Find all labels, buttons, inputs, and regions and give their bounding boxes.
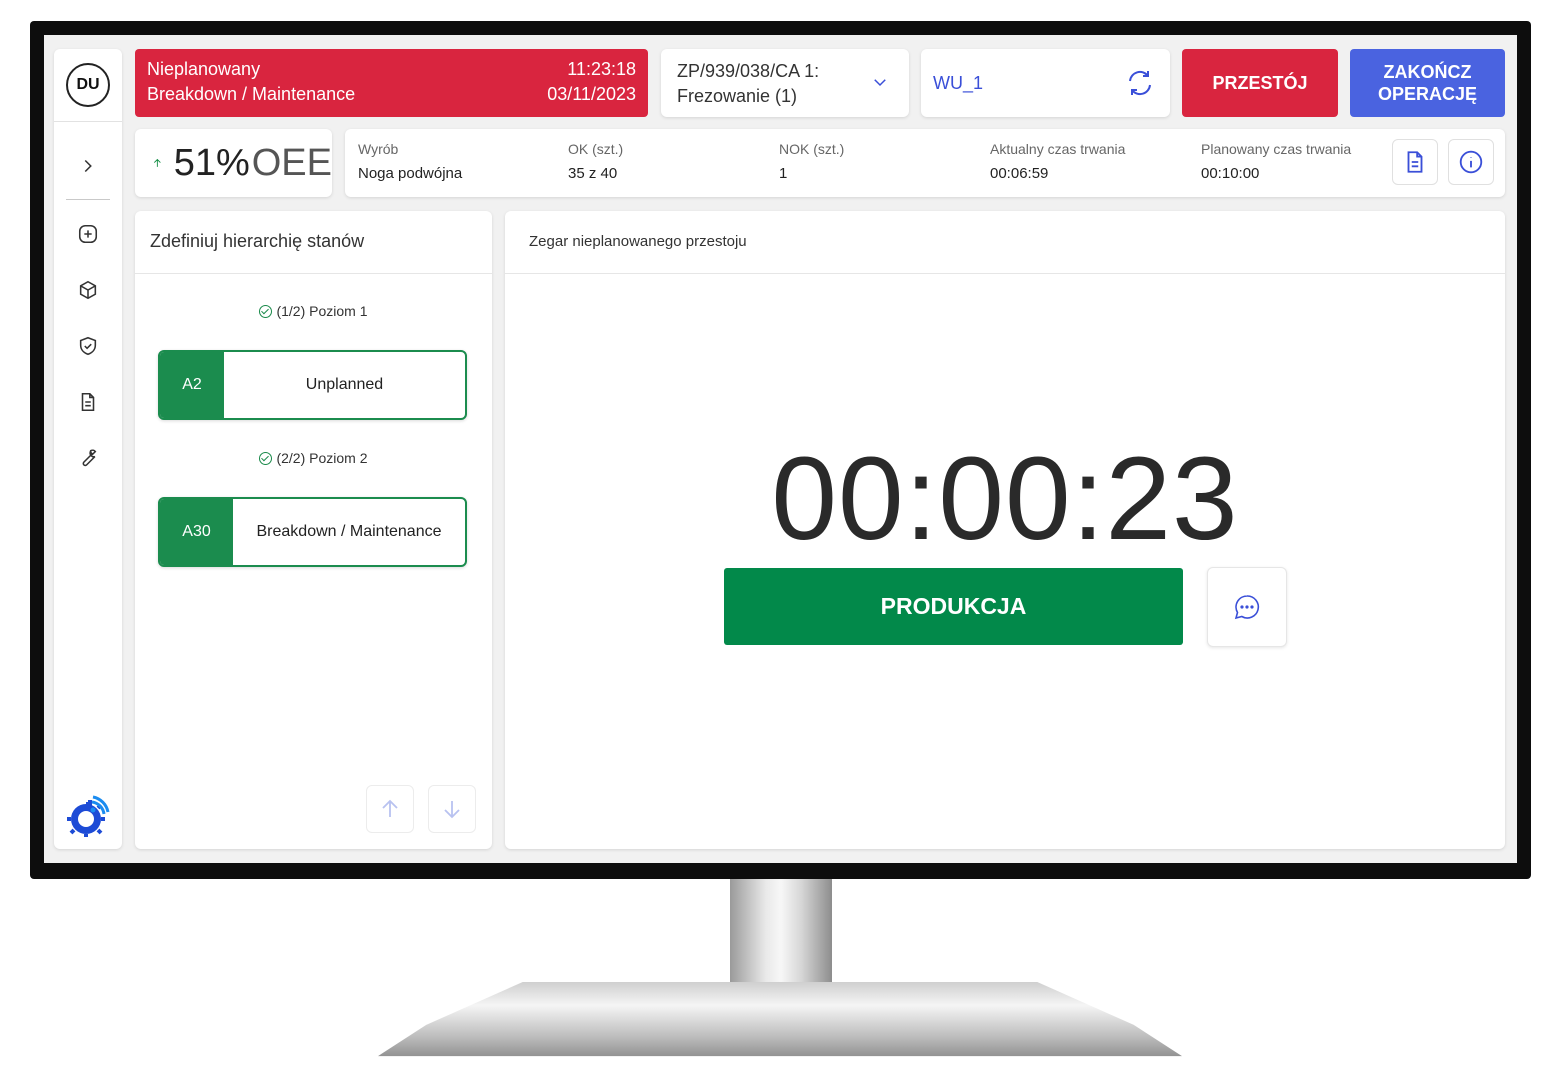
state-name: Unplanned [305, 376, 384, 393]
downtime-button[interactable]: PRZESTÓJ [1182, 49, 1338, 117]
ok-info: OK (szt.) 35 z 40 [568, 141, 623, 182]
wrench-icon[interactable] [76, 446, 100, 470]
document-button[interactable] [1392, 139, 1438, 185]
document-icon [1407, 151, 1423, 173]
state-option-level-1[interactable]: A2 Unplanned [158, 350, 467, 420]
comment-button[interactable] [1207, 567, 1287, 647]
actual-duration-label: Aktualny czas trwania [990, 141, 1126, 157]
app-logo-icon [66, 794, 110, 838]
panel-title: Zdefiniuj hierarchię stanów [135, 211, 492, 274]
status-reason: Breakdown / Maintenance [147, 84, 356, 104]
oee-label: OEE [251, 141, 332, 184]
info-icon [1459, 150, 1483, 174]
order-select[interactable]: ZP/939/038/CA 1: Frezowanie (1) [661, 49, 909, 117]
actual-duration-info: Aktualny czas trwania 00:06:59 [990, 141, 1125, 182]
check-circle-icon [259, 305, 273, 318]
add-circle-icon[interactable] [76, 222, 100, 246]
status-time: 11:23:18 [567, 59, 636, 79]
document-icon[interactable] [76, 390, 100, 414]
ok-value: 35 z 40 [568, 165, 618, 182]
user-avatar[interactable]: DU [66, 63, 110, 107]
nok-label: NOK (szt.) [779, 141, 845, 157]
chevron-down-icon [874, 79, 886, 87]
workunit-card: WU_1 [921, 49, 1170, 117]
check-circle-icon [259, 452, 273, 465]
status-date: 03/11/2023 [547, 84, 636, 104]
arrow-down-icon [444, 801, 460, 819]
nok-value: 1 [779, 165, 788, 182]
refresh-icon[interactable] [1124, 67, 1156, 99]
monitor-frame: DU Nieplanowany Breakdown / Maintenance … [30, 21, 1531, 879]
order-operation: Frezowanie (1) [677, 86, 798, 106]
monitor-stand-base [378, 982, 1182, 1057]
status-card: Nieplanowany Breakdown / Maintenance 11:… [135, 49, 648, 117]
level-label-text: (2/2) Poziom 2 [276, 450, 368, 466]
product-value: Noga podwójna [358, 165, 463, 182]
downtime-clock-panel: Zegar nieplanowanego przestoju 00:00:23 … [505, 211, 1505, 849]
level-1-label: (1/2) Poziom 1 [135, 303, 492, 319]
actual-duration-value: 00:06:59 [990, 165, 1049, 182]
planned-duration-info: Planowany czas trwania 00:10:00 [1201, 141, 1351, 182]
ok-label: OK (szt.) [568, 141, 624, 157]
level-2-label: (2/2) Poziom 2 [135, 450, 492, 466]
state-code: A30 [160, 499, 233, 565]
oee-card: 51% OEE [135, 129, 332, 197]
state-name: Breakdown / Maintenance [256, 523, 442, 540]
planned-duration-label: Planowany czas trwania [1201, 141, 1352, 157]
level-label-text: (1/2) Poziom 1 [276, 303, 368, 319]
chat-bubble-icon [1234, 595, 1260, 620]
box-icon[interactable] [76, 278, 100, 302]
state-code: A2 [160, 352, 224, 418]
trend-up-icon [153, 158, 161, 167]
finish-operation-button[interactable]: ZAKOŃCZ OPERACJĘ [1350, 49, 1505, 117]
product-info: Wyrób Noga podwójna [358, 141, 462, 182]
downtime-timer: 00:00:23 [771, 433, 1239, 565]
order-number: ZP/939/038/CA 1: [677, 61, 820, 81]
divider [66, 199, 110, 200]
status-type: Nieplanowany [147, 59, 261, 79]
production-button[interactable]: PRODUKCJA [724, 568, 1183, 645]
oee-value: 51% [173, 141, 250, 184]
info-button[interactable] [1448, 139, 1494, 185]
expand-sidebar-icon[interactable] [76, 154, 100, 178]
nok-info: NOK (szt.) 1 [779, 141, 844, 182]
sidebar: DU [54, 49, 122, 849]
product-label: Wyrób [358, 141, 399, 157]
app-screen: DU Nieplanowany Breakdown / Maintenance … [44, 35, 1517, 863]
planned-duration-value: 00:10:00 [1201, 165, 1260, 182]
move-up-button[interactable] [366, 785, 414, 833]
panel-title: Zegar nieplanowanego przestoju [505, 211, 1505, 274]
state-hierarchy-panel: Zdefiniuj hierarchię stanów (1/2) Poziom… [135, 211, 492, 849]
state-option-level-2[interactable]: A30 Breakdown / Maintenance [158, 497, 467, 567]
divider [54, 121, 122, 122]
move-down-button[interactable] [428, 785, 476, 833]
operation-info-bar: Wyrób Noga podwójna OK (szt.) 35 z 40 NO… [345, 129, 1505, 197]
monitor-stand-neck [730, 879, 832, 989]
shield-check-icon[interactable] [76, 334, 100, 358]
workunit-name: WU_1 [933, 72, 984, 93]
arrow-up-icon [382, 799, 398, 817]
